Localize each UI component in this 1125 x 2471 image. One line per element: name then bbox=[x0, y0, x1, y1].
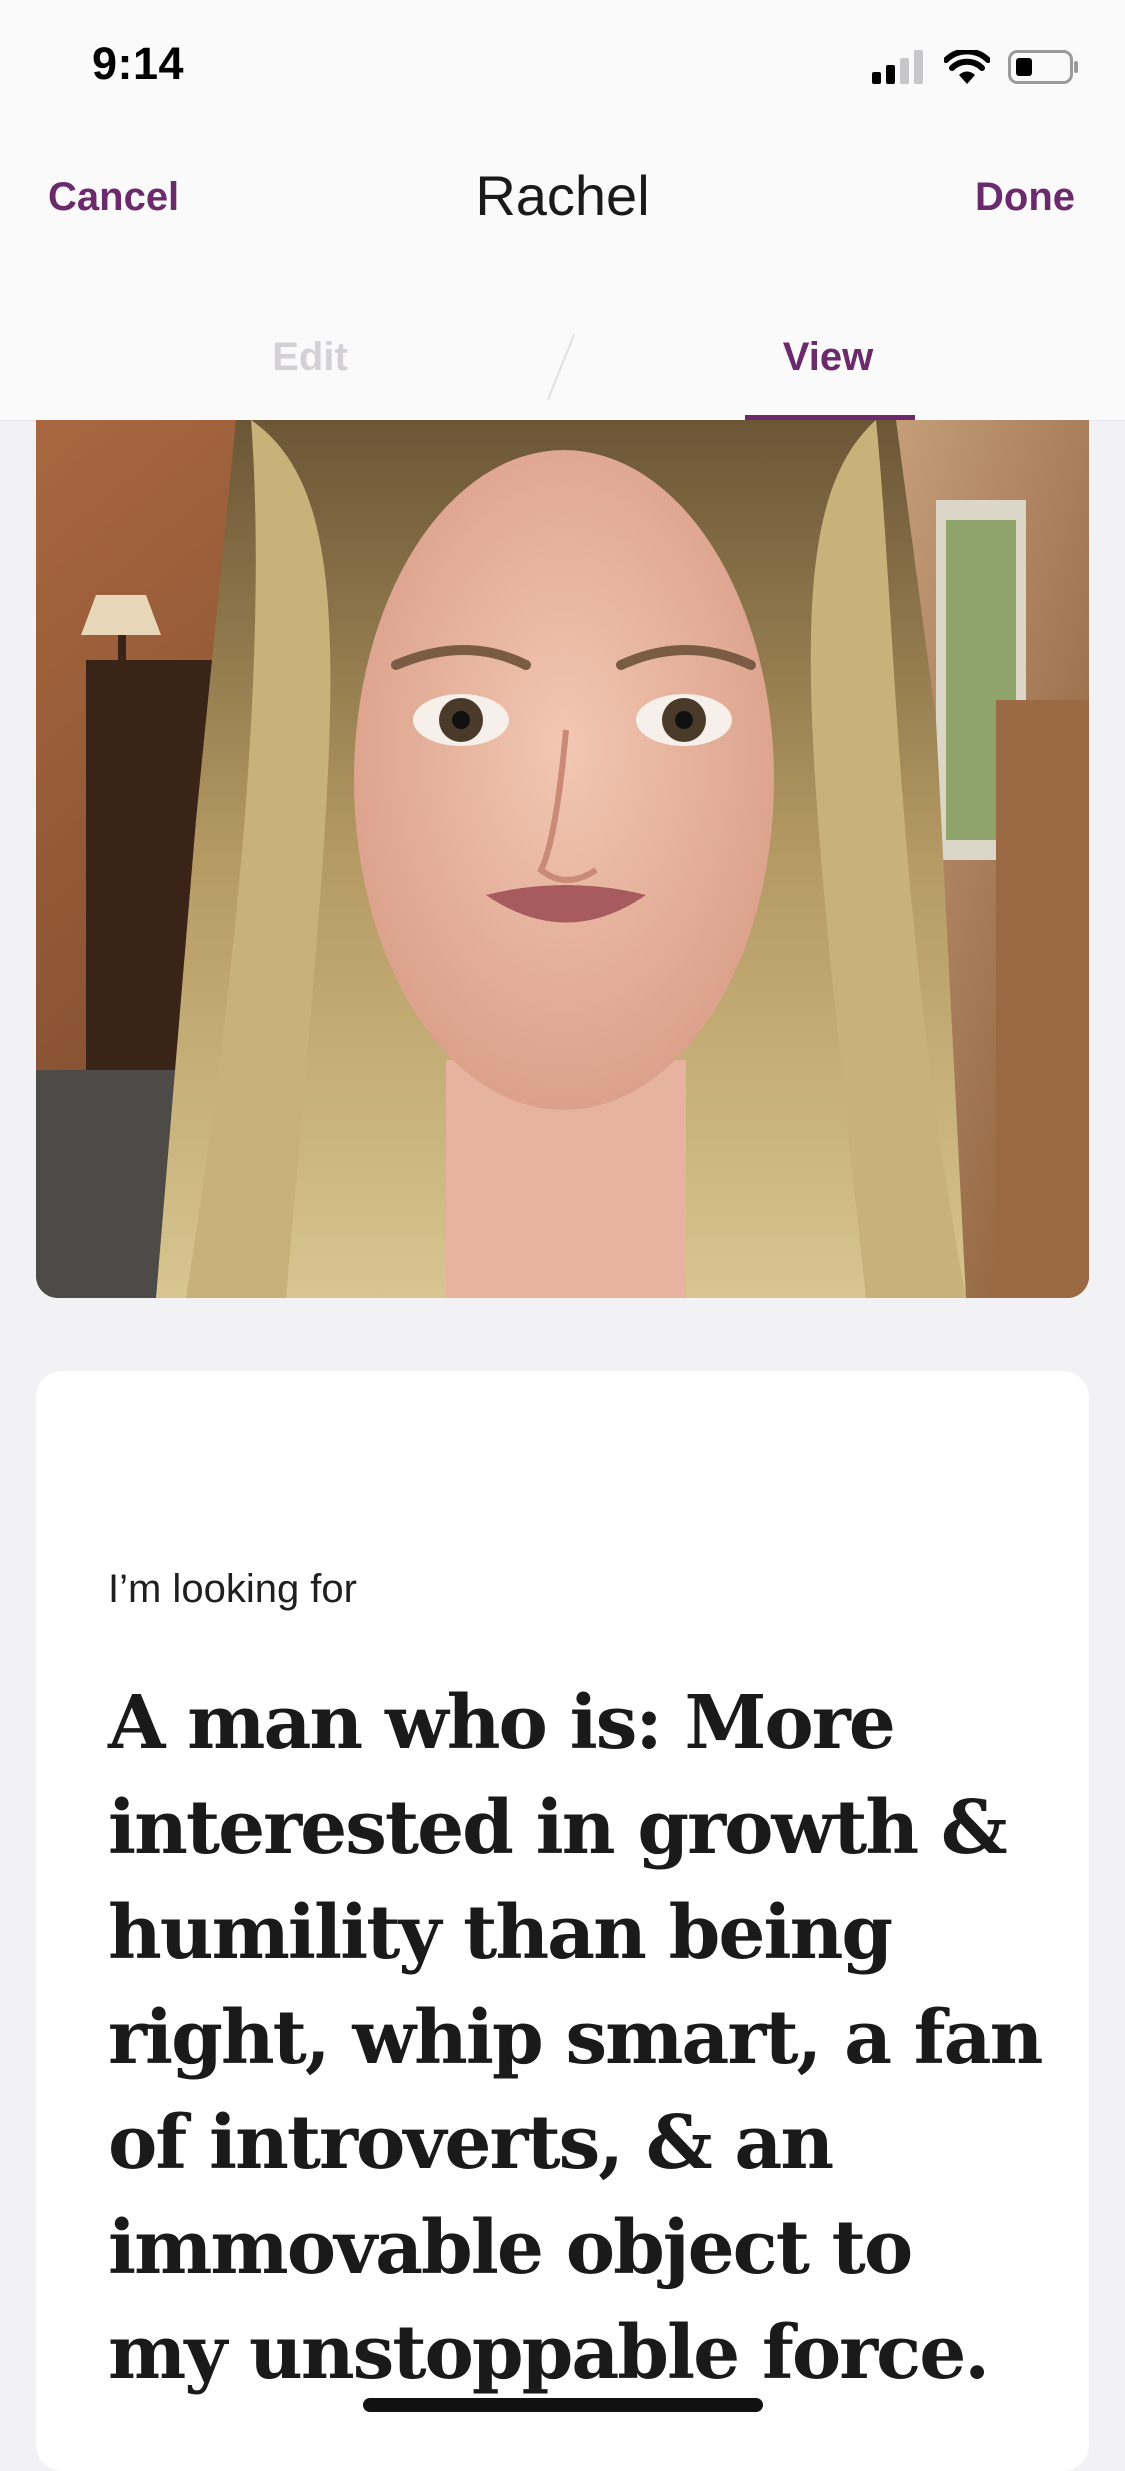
selfie-photo bbox=[36, 420, 1089, 1298]
status-icons bbox=[872, 48, 1080, 89]
tab-edit[interactable]: Edit bbox=[160, 335, 460, 380]
page-title: Rachel bbox=[475, 164, 650, 227]
battery-icon bbox=[1008, 50, 1080, 89]
home-indicator[interactable] bbox=[363, 2398, 763, 2412]
cellular-signal-icon bbox=[872, 50, 926, 89]
prompt-card: I’m looking for A man who is: More inter… bbox=[36, 1371, 1089, 2471]
status-bar: 9:14 bbox=[0, 0, 1125, 135]
status-time: 9:14 bbox=[92, 38, 185, 89]
wifi-icon bbox=[943, 48, 991, 89]
done-button[interactable]: Done bbox=[975, 175, 1075, 220]
tab-divider bbox=[546, 334, 576, 400]
prompt-answer: A man who is: More interested in growth … bbox=[108, 1680, 1043, 2396]
nav-header: Cancel Rachel Done Edit View bbox=[0, 135, 1125, 421]
prompt-label: I’m looking for bbox=[108, 1567, 357, 1611]
tab-view[interactable]: View bbox=[678, 335, 978, 380]
profile-photo[interactable] bbox=[36, 420, 1089, 1298]
